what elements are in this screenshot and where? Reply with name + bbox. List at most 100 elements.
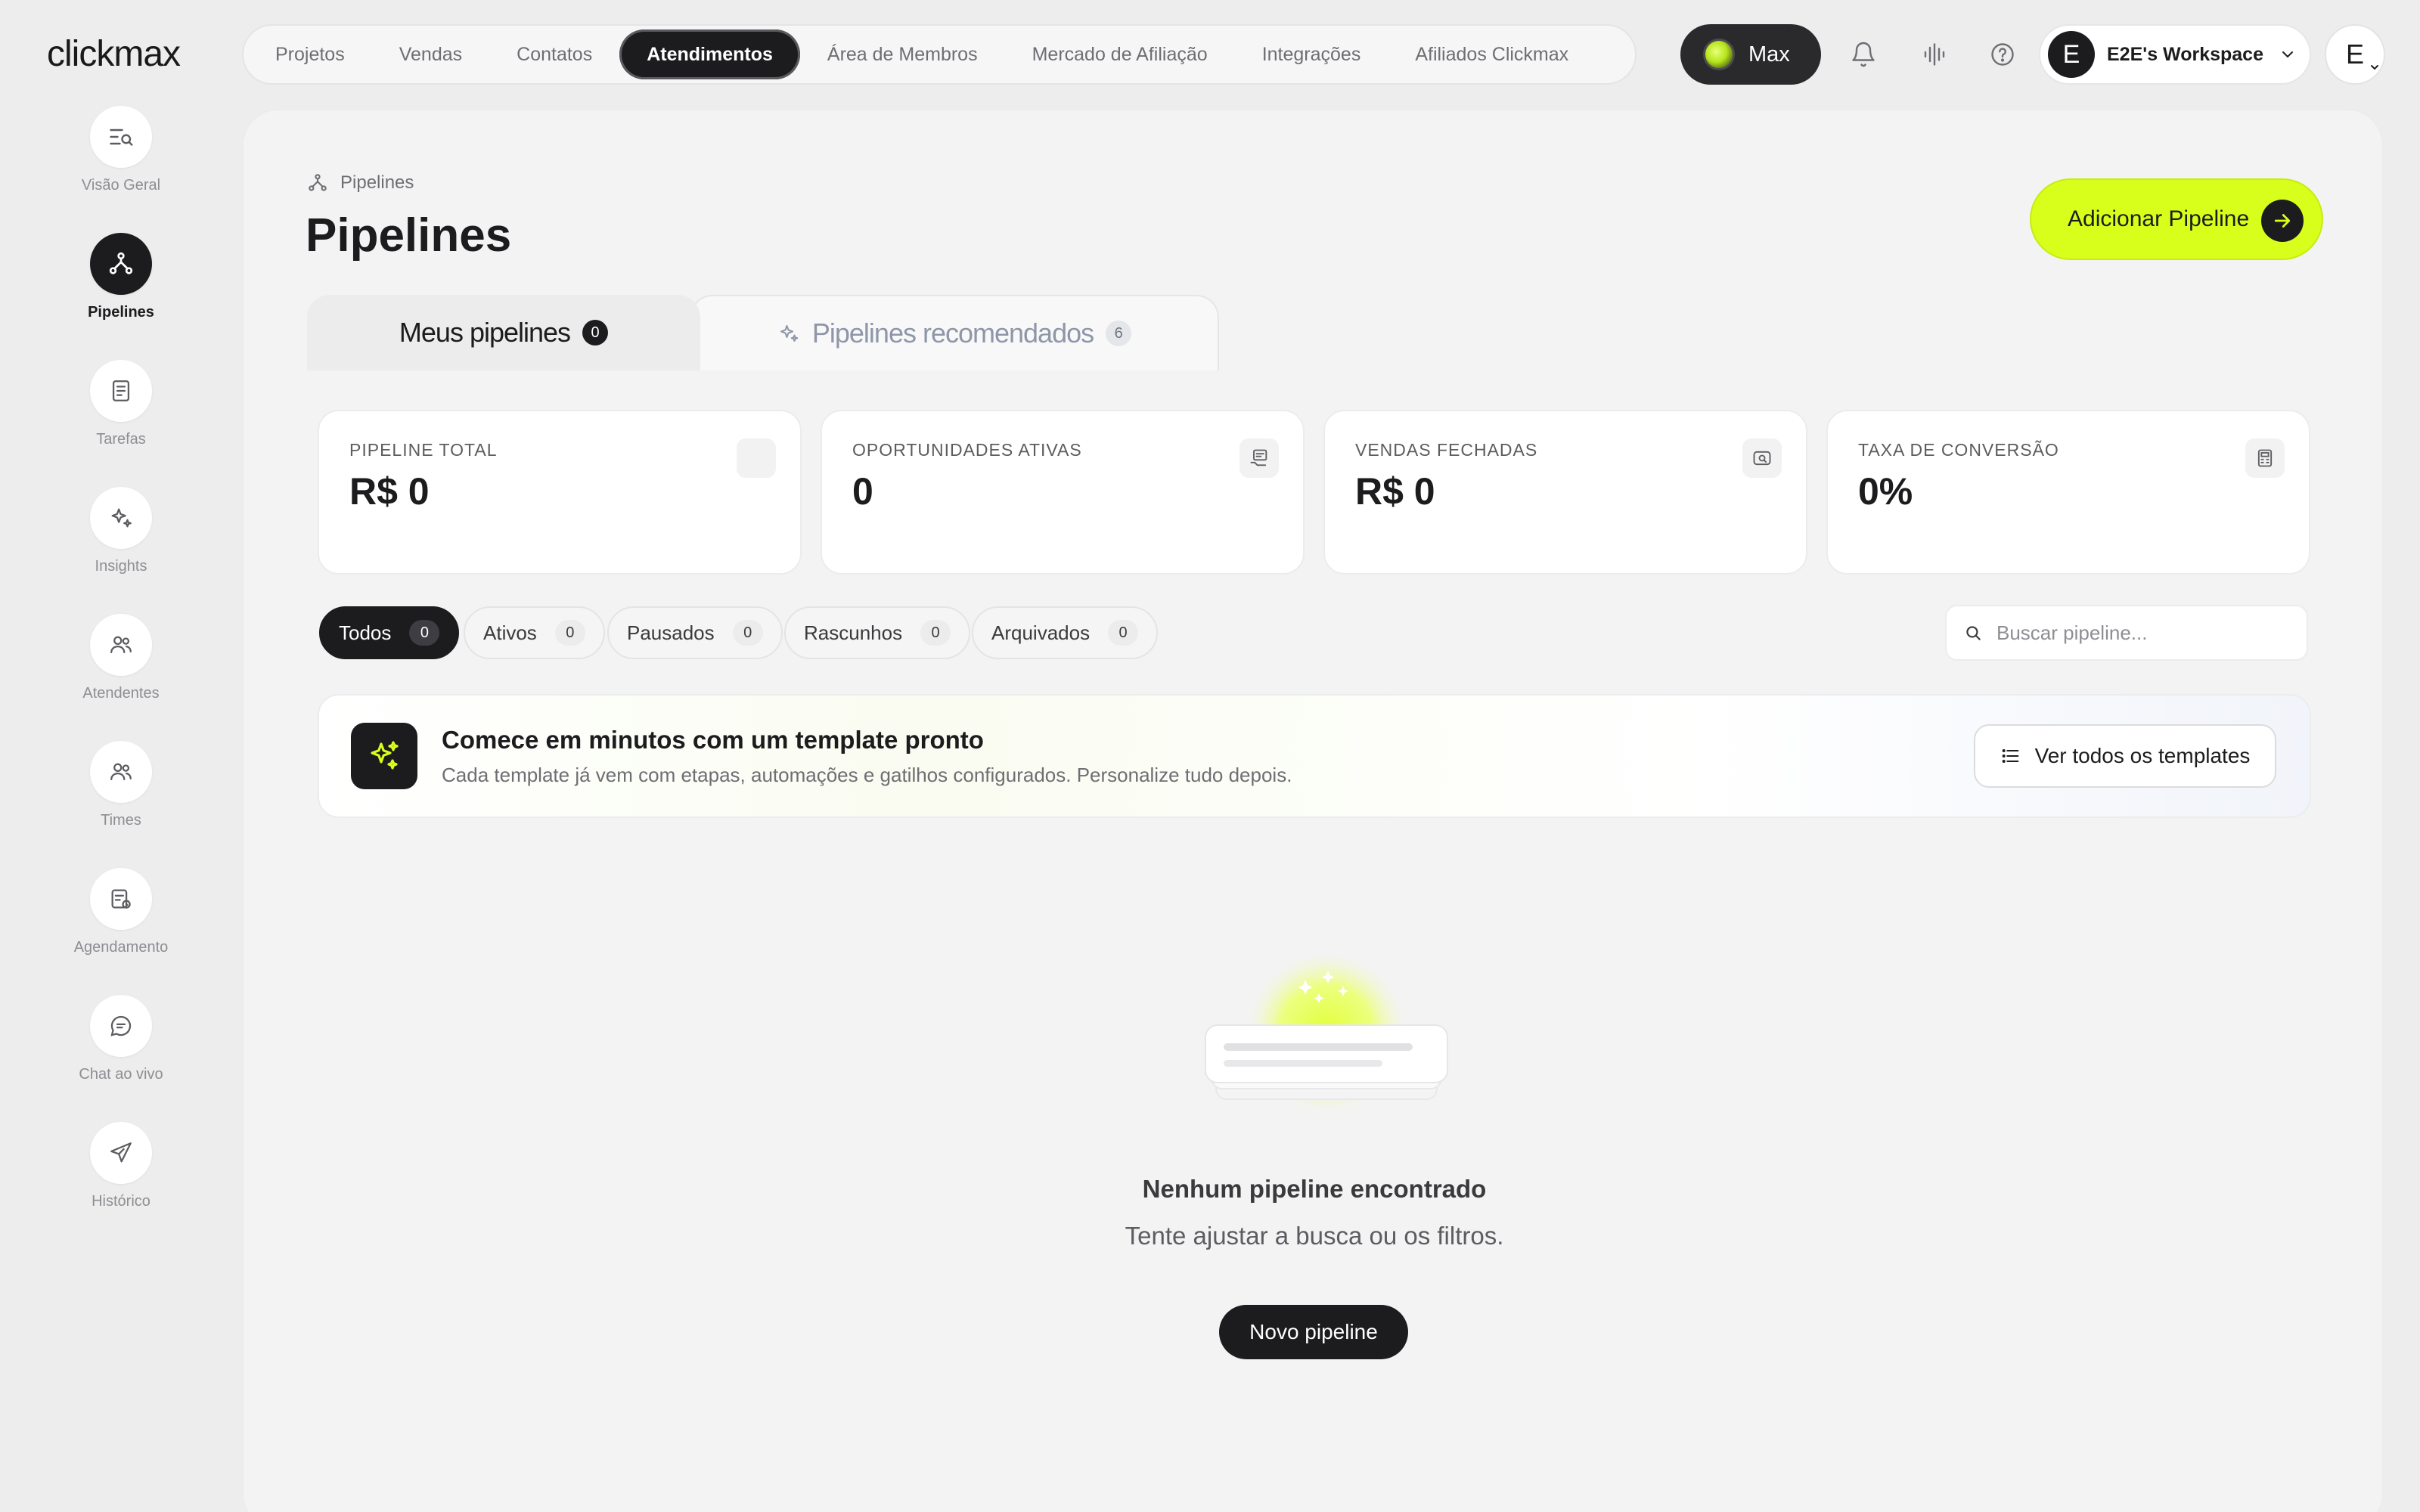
sidebar-item-visao-geral[interactable]: Visão Geral [0,106,242,194]
sidebar-item-label: Atendentes [82,685,160,702]
chevron-down-icon [2369,48,2381,80]
team-icon [90,741,152,803]
arrow-right-icon [2261,200,2304,242]
filter-label: Arquivados [991,621,1091,644]
filter-label: Pausados [627,621,715,644]
sidebar-item-label: Histórico [92,1193,150,1210]
stat-card-oportunidades-ativas: OPORTUNIDADES ATIVAS 0 [821,410,1305,575]
sparkles-icon [90,487,152,549]
filter-count: 0 [732,620,763,646]
max-orb-icon [1703,39,1735,70]
sidebar-item-times[interactable]: Times [0,741,242,829]
banner-subtitle: Cada template já vem com etapas, automaç… [442,764,1292,786]
help-icon[interactable] [1986,38,2019,71]
filter-todos[interactable]: Todos 0 [319,606,460,659]
app-logo[interactable]: clickmax [47,33,181,75]
empty-state-subtitle: Tente ajustar a busca ou os filtros. [1125,1222,1504,1250]
tab-count-badge: 6 [1106,321,1132,346]
sidebar-item-label: Chat ao vivo [79,1066,163,1083]
sidebar-item-label: Times [101,812,141,829]
add-pipeline-button[interactable]: Adicionar Pipeline [2030,178,2323,260]
nav-mercado-de-afiliacao[interactable]: Mercado de Afiliação [1005,29,1235,79]
tab-meus-pipelines[interactable]: Meus pipelines 0 [307,295,700,370]
bell-icon[interactable] [1847,38,1880,71]
opportunity-icon [1239,438,1279,478]
add-pipeline-label: Adicionar Pipeline [2068,206,2250,231]
sparkles-icon [777,322,800,345]
search-input[interactable] [1996,621,2284,645]
stat-card-taxa-de-conversao: TAXA DE CONVERSÃO 0% [1826,410,2310,575]
pipeline-icon [90,233,152,295]
sidebar-item-atendentes[interactable]: Atendentes [0,614,242,702]
nav-contatos[interactable]: Contatos [489,29,619,79]
nav-integracoes[interactable]: Integrações [1235,29,1388,79]
calculator-icon [2245,438,2285,478]
nav-area-de-membros[interactable]: Área de Membros [800,29,1005,79]
user-avatar[interactable]: E [2325,24,2385,85]
stat-value: R$ 0 [1355,470,1435,513]
sidebar-item-label: Pipelines [88,304,154,321]
nav-vendas[interactable]: Vendas [372,29,489,79]
sidebar-item-label: Visão Geral [81,177,161,194]
sales-icon [1742,438,1782,478]
chevron-down-icon [2279,45,2297,64]
filter-count: 0 [1108,620,1139,646]
tab-label: Pipelines recomendados [811,318,1094,349]
stat-value: R$ 0 [349,470,430,513]
stat-card-pipeline-total: PIPELINE TOTAL R$ 0 [318,410,802,575]
filter-arquivados[interactable]: Arquivados 0 [972,606,1159,659]
tab-pipelines-recomendados[interactable]: Pipelines recomendados 6 [690,295,1219,370]
nav-projetos[interactable]: Projetos [248,29,372,79]
main-panel: Pipelines Pipelines Adicionar Pipeline P… [242,109,2384,1512]
page-title: Pipelines [306,209,512,262]
sidebar-item-label: Tarefas [96,431,146,448]
filter-label: Todos [339,621,392,644]
filter-count: 0 [409,620,440,646]
tasks-icon [90,360,152,422]
stat-label: OPORTUNIDADES ATIVAS [852,440,1082,460]
users-icon [90,614,152,676]
filter-label: Ativos [483,621,537,644]
filter-rascunhos[interactable]: Rascunhos 0 [784,606,971,659]
nav-afiliados-clickmax[interactable]: Afiliados Clickmax [1388,29,1596,79]
search-box [1945,605,2308,661]
max-label: Max [1748,42,1790,67]
nav-atendimentos[interactable]: Atendimentos [619,29,800,79]
banner-title: Comece em minutos com um template pronto [442,726,984,754]
filter-ativos[interactable]: Ativos 0 [464,606,605,659]
workspace-selector[interactable]: E E2E's Workspace [2039,24,2311,85]
user-initial: E [2345,39,2364,70]
top-navigation: Projetos Vendas Contatos Atendimentos Ár… [242,24,1637,85]
stat-value: 0% [1858,470,1913,513]
new-pipeline-button[interactable]: Novo pipeline [1219,1305,1408,1359]
sidebar-item-label: Insights [95,558,147,575]
empty-state-title: Nenhum pipeline encontrado [1142,1175,1487,1203]
sidebar-item-agendamento[interactable]: Agendamento [0,868,242,956]
view-all-templates-button[interactable]: Ver todos os templates [1974,724,2276,788]
stat-label: PIPELINE TOTAL [349,440,498,460]
sparkles-icon [351,723,417,789]
workspace-avatar: E [2048,31,2095,78]
filter-count: 0 [920,620,951,646]
calendar-icon [90,868,152,930]
list-icon [2000,745,2021,767]
filter-pausados[interactable]: Pausados 0 [607,606,783,659]
sidebar-item-pipelines[interactable]: Pipelines [0,233,242,321]
filter-label: Rascunhos [804,621,903,644]
pipeline-icon [307,172,328,194]
search-icon [1963,623,1983,643]
overview-search-icon [90,106,152,168]
sidebar-item-tarefas[interactable]: Tarefas [0,360,242,448]
workspace-name: E2E's Workspace [2107,43,2263,65]
view-all-templates-label: Ver todos os templates [2034,744,2251,767]
audio-waves-icon[interactable] [1918,38,1951,71]
stat-label: TAXA DE CONVERSÃO [1858,440,2059,460]
max-assistant-button[interactable]: Max [1680,24,1821,85]
sidebar-item-chat-ao-vivo[interactable]: Chat ao vivo [0,995,242,1083]
sidebar-item-historico[interactable]: Histórico [0,1122,242,1210]
filter-count: 0 [554,620,585,646]
breadcrumb-label[interactable]: Pipelines [340,172,414,194]
stat-card-vendas-fechadas: VENDAS FECHADAS R$ 0 [1323,410,1807,575]
sidebar-item-insights[interactable]: Insights [0,487,242,575]
chat-icon [90,995,152,1057]
